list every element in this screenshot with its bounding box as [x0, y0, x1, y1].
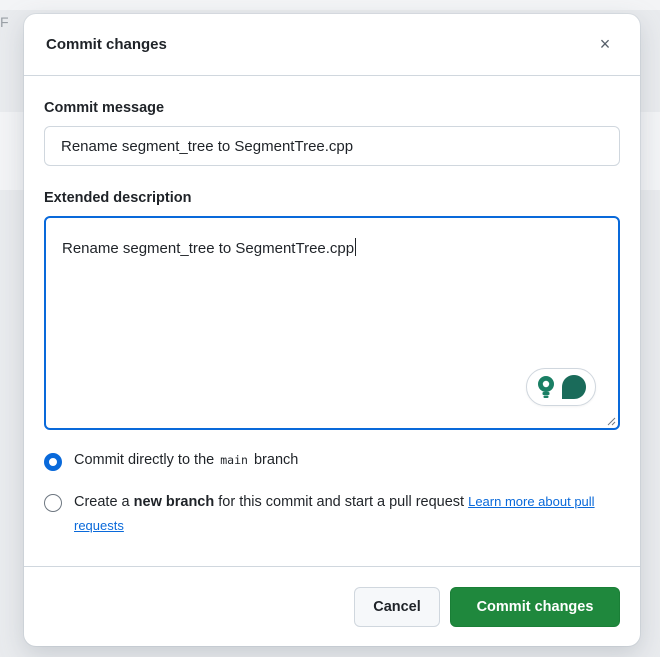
extended-description-textarea[interactable]: Rename segment_tree to SegmentTree.cpp [44, 216, 620, 430]
option-new-bold: new branch [133, 494, 215, 510]
option-direct-suffix: branch [249, 452, 299, 468]
option-new-suffix: for this commit and start a pull request [214, 494, 469, 510]
close-icon: × [599, 34, 611, 54]
background-text: F [0, 14, 9, 30]
option-commit-direct[interactable]: Commit directly to the main branch [44, 452, 620, 471]
radio-new-branch[interactable] [44, 494, 62, 512]
dialog-title: Commit changes [46, 36, 167, 53]
dialog-footer: Cancel Commit changes [24, 566, 640, 646]
resize-grip-icon[interactable] [606, 416, 616, 426]
background-strip-top [0, 0, 660, 10]
option-direct-prefix: Commit directly to the [74, 452, 219, 468]
dialog-header: Commit changes × [24, 14, 640, 76]
commit-message-value: Rename segment_tree to SegmentTree.cpp [61, 137, 354, 155]
commit-message-label: Commit message [44, 100, 165, 116]
writing-assistant-button[interactable] [526, 368, 596, 406]
extended-description-value: Rename segment_tree to SegmentTree.cpp [62, 240, 355, 257]
commit-message-input[interactable]: Rename segment_tree to SegmentTree.cpp [44, 126, 620, 166]
option-new-branch-label: Create a new branch for this commit and … [74, 490, 604, 538]
option-new-prefix: Create a [74, 494, 134, 510]
extended-description-label: Extended description [44, 190, 192, 206]
cancel-button[interactable]: Cancel [354, 586, 440, 627]
branch-name: main [220, 453, 248, 467]
commit-dialog: Commit changes × Commit message Rename s… [24, 14, 640, 646]
option-commit-direct-label: Commit directly to the main branch [74, 452, 298, 468]
close-button[interactable]: × [592, 32, 618, 58]
assistant-bubble-icon [561, 375, 586, 399]
radio-commit-direct[interactable] [44, 453, 62, 471]
text-caret [355, 238, 357, 256]
option-new-branch[interactable]: Create a new branch for this commit and … [44, 493, 620, 538]
commit-changes-button[interactable]: Commit changes [450, 586, 620, 627]
dialog-body: Commit message Rename segment_tree to Se… [24, 76, 640, 538]
lightbulb-icon [537, 376, 554, 398]
